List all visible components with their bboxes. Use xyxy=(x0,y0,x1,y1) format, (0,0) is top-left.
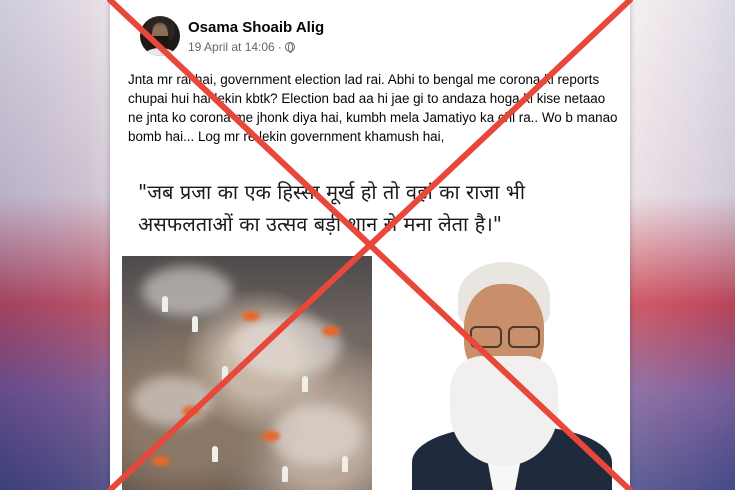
avatar[interactable] xyxy=(140,16,180,56)
author-name[interactable]: Osama Shoaib Alig xyxy=(188,19,324,36)
hindi-quote-text: "जब प्रजा का एक हिस्सा मूर्ख हो तो वहां … xyxy=(138,180,526,236)
globe-icon[interactable] xyxy=(284,42,295,53)
quote-image[interactable]: "जब प्रजा का एक हिस्सा मूर्ख हो तो वहां … xyxy=(122,174,626,254)
post-body-text: Jnta mr rai hai, government election lad… xyxy=(128,72,618,144)
post-meta: 19 April at 14:06 · xyxy=(188,40,295,54)
post-timestamp[interactable]: 19 April at 14:06 xyxy=(188,40,275,54)
avatar-shirt xyxy=(144,48,176,56)
background-blur-left xyxy=(0,0,115,490)
cremation-ground-photo[interactable] xyxy=(122,256,372,490)
facebook-post-card: Osama Shoaib Alig 19 April at 14:06 · Jnt… xyxy=(110,0,630,490)
background-blur-right xyxy=(625,0,735,490)
politician-portrait-photo[interactable] xyxy=(372,256,630,490)
meta-separator: · xyxy=(277,40,282,54)
